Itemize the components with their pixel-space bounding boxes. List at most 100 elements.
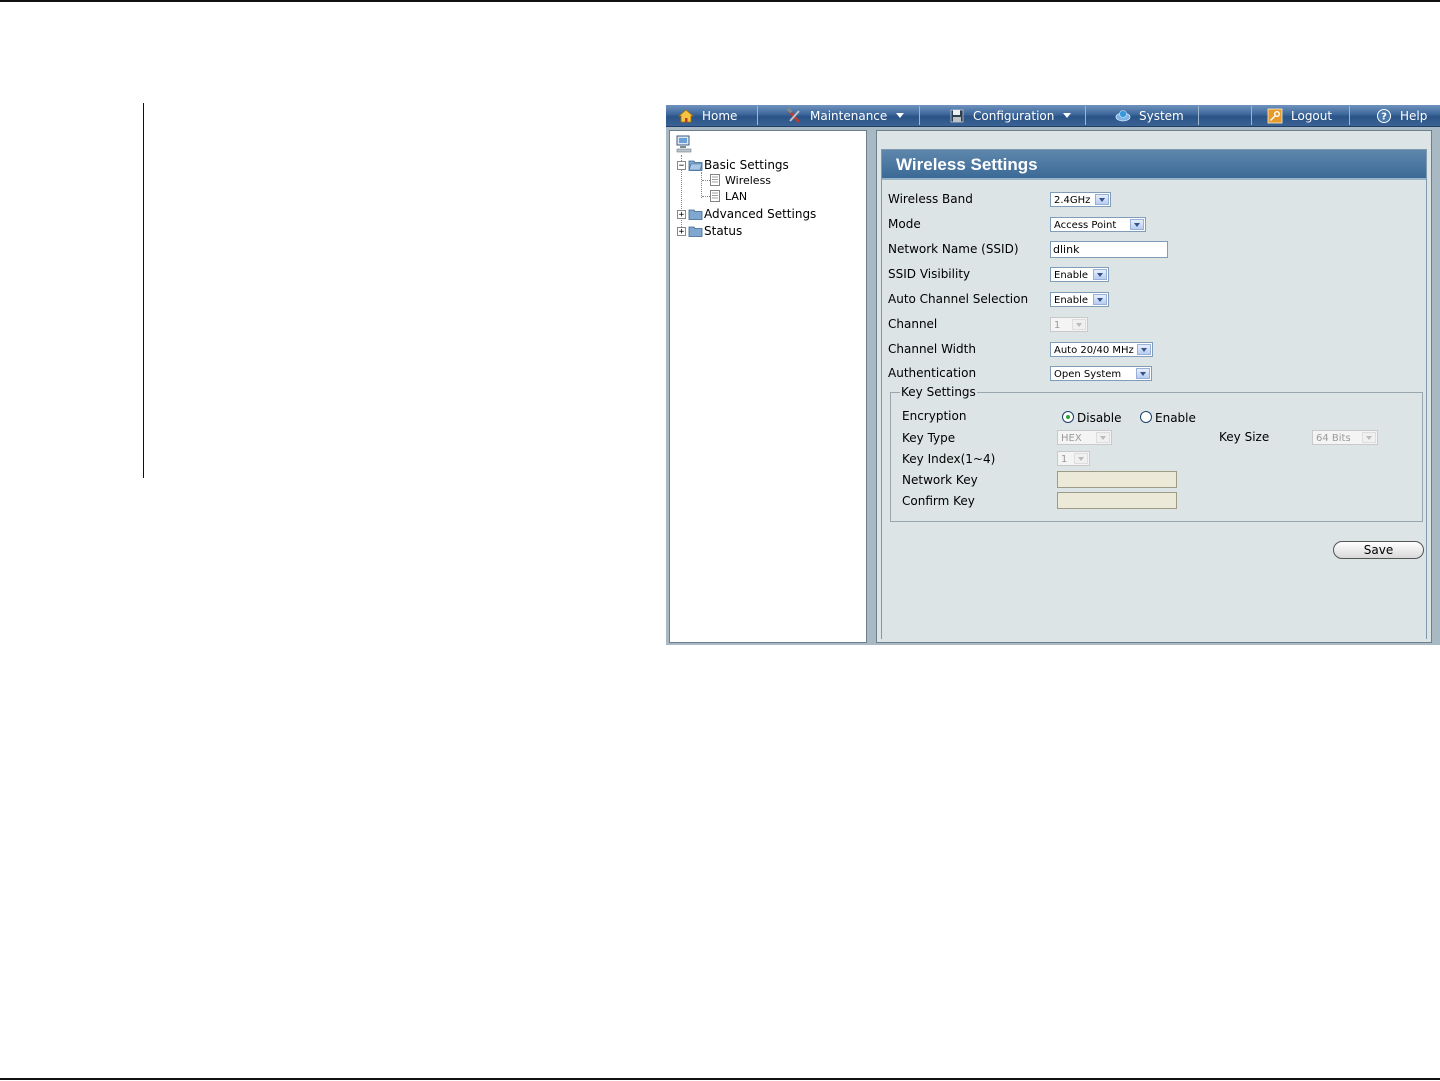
- page-margin-line: [143, 103, 144, 478]
- nav-help[interactable]: ? Help: [1376, 105, 1427, 126]
- wireless-band-label: Wireless Band: [888, 192, 973, 206]
- page-bottom-rule: [0, 1078, 1440, 1080]
- chevron-down-icon: [1093, 294, 1107, 305]
- nav-home-label: Home: [702, 108, 738, 123]
- tree-item-wireless[interactable]: Wireless: [710, 172, 771, 188]
- key-type-label: Key Type: [902, 431, 956, 445]
- save-button[interactable]: Save: [1333, 541, 1424, 559]
- expand-icon[interactable]: +: [677, 226, 686, 236]
- expand-icon[interactable]: +: [677, 209, 686, 219]
- folder-icon: [688, 209, 703, 220]
- computer-icon: [676, 135, 692, 153]
- page-icon: [710, 174, 720, 186]
- tools-icon: [786, 107, 800, 123]
- ssid-visibility-select[interactable]: Enable: [1050, 267, 1109, 282]
- encryption-disable-label[interactable]: Disable: [1077, 411, 1122, 425]
- folder-icon: [688, 226, 703, 237]
- nav-configuration-label: Configuration: [973, 108, 1055, 123]
- nav-separator: [1198, 106, 1199, 125]
- tree-item-label: LAN: [725, 189, 748, 203]
- nav-separator: [1251, 106, 1252, 125]
- encryption-disable-radio[interactable]: [1062, 411, 1074, 423]
- key-size-label: Key Size: [1219, 430, 1270, 444]
- key-index-select[interactable]: 1: [1057, 451, 1090, 466]
- router-web-ui: Home Maintenance Configuration System Lo…: [666, 105, 1440, 645]
- key-index-value: 1: [1061, 454, 1068, 465]
- tree-item-label: Status: [704, 224, 743, 238]
- tree-item-lan[interactable]: LAN: [710, 188, 747, 204]
- home-icon: [678, 108, 694, 122]
- ssid-visibility-value: Enable: [1054, 270, 1089, 281]
- tree-item-status[interactable]: + Status: [677, 223, 742, 239]
- key-index-label: Key Index(1~4): [902, 452, 996, 466]
- panel-title: Wireless Settings: [882, 150, 1426, 180]
- auto-channel-label: Auto Channel Selection: [888, 292, 1029, 306]
- floppy-disk-icon: [950, 109, 964, 122]
- ssid-visibility-label: SSID Visibility: [888, 267, 971, 281]
- page-top-rule: [0, 0, 1440, 2]
- wireless-settings-panel: Wireless Settings Wireless Band 2.4GHz M…: [881, 149, 1427, 639]
- tree-guide-line: [702, 196, 710, 197]
- key-settings-legend: Key Settings: [900, 385, 977, 399]
- authentication-label: Authentication: [888, 366, 977, 380]
- tree-guide-line: [702, 180, 710, 181]
- tree-guide-line: [701, 172, 702, 198]
- help-question-icon: ?: [1377, 108, 1391, 123]
- tree-item-label: Basic Settings: [704, 158, 789, 172]
- channel-width-label: Channel Width: [888, 342, 976, 356]
- main-content: Wireless Settings Wireless Band 2.4GHz M…: [876, 130, 1432, 643]
- chevron-down-icon: [1096, 432, 1110, 443]
- encryption-enable-radio[interactable]: [1140, 411, 1152, 423]
- navigation-tree: − Basic Settings Wireless LAN + Advanced…: [669, 130, 867, 643]
- encryption-enable-label[interactable]: Enable: [1155, 411, 1196, 425]
- encryption-label: Encryption: [902, 409, 967, 423]
- ssid-label: Network Name (SSID): [888, 242, 1019, 256]
- nav-system-label: System: [1139, 108, 1184, 123]
- chevron-down-icon: [1093, 269, 1107, 280]
- channel-select[interactable]: 1: [1050, 317, 1088, 332]
- key-size-select[interactable]: 64 Bits: [1312, 430, 1378, 445]
- network-key-label: Network Key: [902, 473, 978, 487]
- key-type-value: HEX: [1061, 433, 1082, 444]
- nav-home[interactable]: Home: [678, 105, 737, 126]
- collapse-icon[interactable]: −: [677, 160, 686, 170]
- chevron-down-icon: [1063, 113, 1072, 118]
- key-size-value: 64 Bits: [1316, 433, 1351, 444]
- key-settings-fieldset: Key Settings Encryption Disable Enable K…: [890, 385, 1423, 522]
- chevron-down-icon: [1072, 319, 1086, 330]
- nav-separator: [757, 106, 758, 125]
- tree-item-label: Wireless: [725, 173, 772, 187]
- tree-item-basic-settings[interactable]: − Basic Settings: [677, 157, 789, 173]
- system-globe-icon: [1115, 109, 1131, 121]
- mode-value: Access Point: [1054, 220, 1117, 231]
- svg-text:?: ?: [1381, 111, 1387, 122]
- folder-open-icon: [688, 160, 703, 171]
- nav-maintenance-label: Maintenance: [810, 108, 888, 123]
- nav-maintenance[interactable]: Maintenance: [786, 105, 905, 126]
- authentication-select[interactable]: Open System: [1050, 366, 1152, 381]
- top-navigation-bar: Home Maintenance Configuration System Lo…: [666, 105, 1440, 127]
- network-key-input[interactable]: [1057, 471, 1177, 488]
- mode-select[interactable]: Access Point: [1050, 217, 1146, 232]
- channel-label: Channel: [888, 317, 938, 331]
- chevron-down-icon: [1074, 453, 1088, 464]
- authentication-value: Open System: [1054, 369, 1122, 380]
- nav-system[interactable]: System: [1115, 105, 1184, 126]
- channel-width-value: Auto 20/40 MHz: [1054, 345, 1134, 356]
- nav-configuration[interactable]: Configuration: [949, 105, 1072, 126]
- chevron-down-icon: [1130, 219, 1144, 230]
- tree-item-advanced-settings[interactable]: + Advanced Settings: [677, 206, 816, 222]
- nav-separator: [1085, 106, 1086, 125]
- chevron-down-icon: [1137, 344, 1151, 355]
- nav-logout[interactable]: Logout: [1267, 105, 1332, 126]
- wireless-band-select[interactable]: 2.4GHz: [1050, 192, 1111, 207]
- channel-width-select[interactable]: Auto 20/40 MHz: [1050, 342, 1153, 357]
- mode-label: Mode: [888, 217, 921, 231]
- ssid-input[interactable]: dlink: [1050, 241, 1168, 258]
- auto-channel-select[interactable]: Enable: [1050, 292, 1109, 307]
- chevron-down-icon: [1136, 368, 1150, 379]
- key-icon: [1267, 108, 1283, 123]
- confirm-key-input[interactable]: [1057, 492, 1177, 509]
- key-type-select[interactable]: HEX: [1057, 430, 1112, 445]
- nav-separator: [919, 106, 920, 125]
